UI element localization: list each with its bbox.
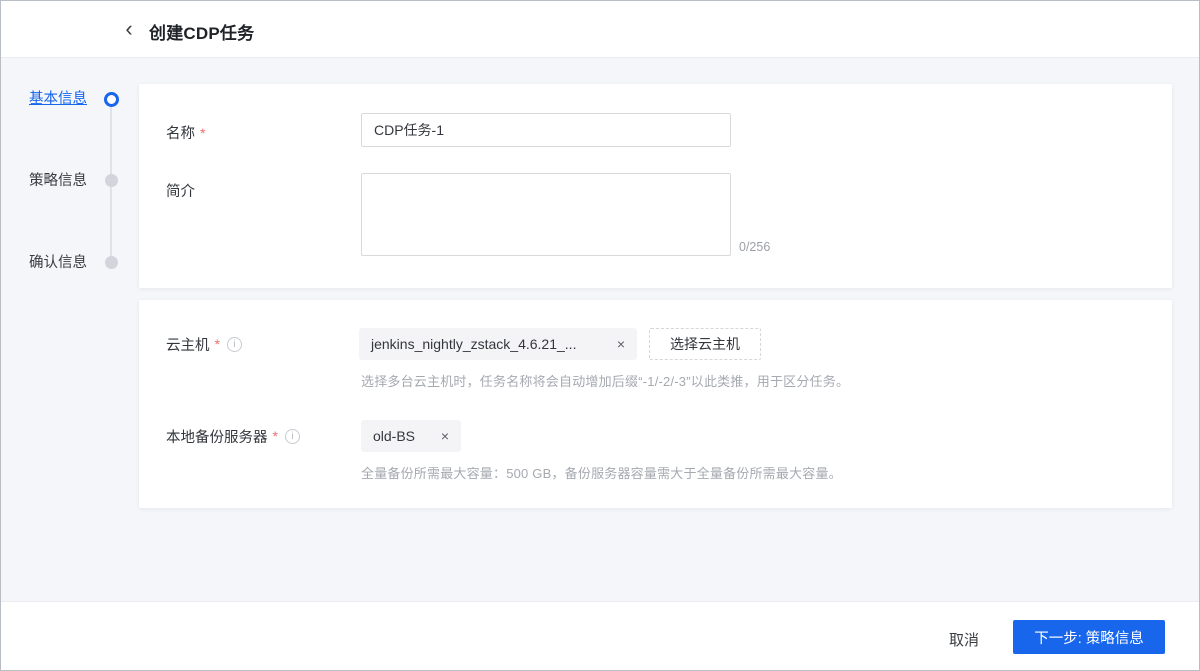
create-cdp-task-dialog: ‹ 创建CDP任务 基本信息 策略信息 确认信息 名称 * 简介 0/256 云…: [0, 0, 1200, 671]
close-icon[interactable]: ×: [617, 337, 625, 351]
page-header: ‹ 创建CDP任务: [1, 1, 1199, 58]
stepper-dot-pending: [105, 174, 118, 187]
info-icon[interactable]: i: [226, 336, 242, 352]
description-label-text: 简介: [166, 184, 195, 200]
page-title: 创建CDP任务: [149, 24, 255, 43]
task-description-textarea[interactable]: [361, 173, 731, 256]
name-label-text: 名称: [166, 126, 195, 142]
next-step-button[interactable]: 下一步: 策略信息: [1013, 620, 1165, 654]
stepper-step-confirm-info[interactable]: 确认信息: [29, 254, 99, 272]
backup-server-tag-label: old-BS: [373, 428, 416, 444]
close-icon[interactable]: ×: [441, 429, 449, 443]
stepper-dot-pending: [105, 256, 118, 269]
required-asterisk: *: [214, 336, 220, 352]
vm-label-text: 云主机: [166, 337, 210, 354]
required-asterisk: *: [272, 428, 278, 444]
backup-server-label: 本地备份服务器 * i: [166, 420, 300, 452]
vm-tag: jenkins_nightly_zstack_4.6.21_... ×: [359, 328, 637, 360]
info-icon[interactable]: i: [284, 428, 300, 444]
back-icon[interactable]: ‹: [117, 14, 141, 44]
select-vm-button[interactable]: 选择云主机: [649, 328, 761, 360]
stepper-dot-active: [104, 92, 119, 107]
stepper-step-policy-info[interactable]: 策略信息: [29, 172, 99, 190]
char-counter: 0/256: [739, 240, 771, 254]
required-asterisk: *: [200, 124, 206, 141]
task-name-input[interactable]: [361, 113, 731, 147]
cancel-button[interactable]: 取消: [943, 627, 985, 652]
backup-server-hint-text: 全量备份所需最大容量：500 GB，备份服务器容量需大于全量备份所需最大容量。: [361, 466, 842, 481]
name-label: 名称 *: [166, 122, 205, 143]
backup-server-tag: old-BS ×: [361, 420, 461, 452]
vm-hint-text: 选择多台云主机时，任务名称将会自动增加后缀“-1/-2/-3”以此类推，用于区分…: [361, 374, 850, 389]
stepper-step-basic-info[interactable]: 基本信息: [29, 90, 99, 108]
backup-server-label-text: 本地备份服务器: [166, 429, 268, 446]
resource-panel: 云主机 * i jenkins_nightly_zstack_4.6.21_..…: [139, 300, 1172, 508]
description-label: 简介: [166, 180, 195, 201]
basic-info-panel: 名称 * 简介 0/256: [139, 84, 1172, 288]
vm-tag-label: jenkins_nightly_zstack_4.6.21_...: [371, 336, 577, 352]
vm-label: 云主机 * i: [166, 328, 242, 360]
